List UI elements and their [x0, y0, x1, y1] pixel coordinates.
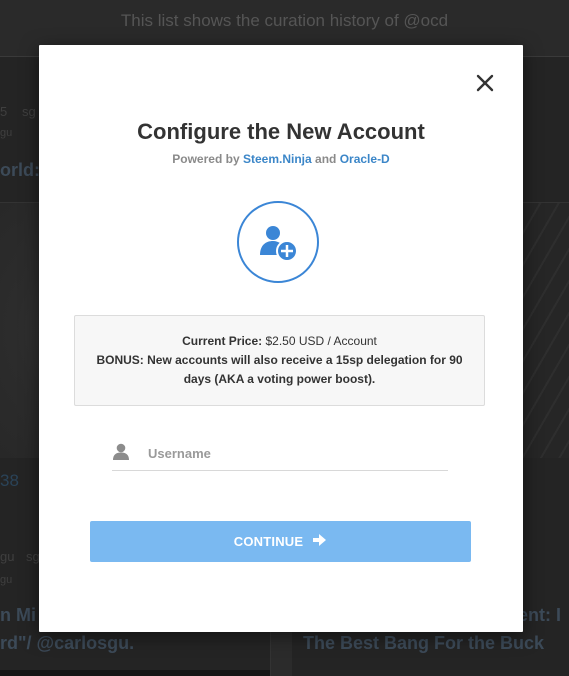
powered-prefix: Powered by — [172, 152, 240, 166]
price-value: $2.50 USD / Account — [265, 334, 377, 348]
bonus-text: BONUS: New accounts will also receive a … — [96, 353, 463, 386]
add-user-badge — [237, 201, 319, 283]
continue-button[interactable]: CONTINUE — [90, 521, 471, 562]
steem-ninja-link[interactable]: Steem.Ninja — [243, 152, 312, 166]
modal-title: Configure the New Account — [137, 119, 425, 144]
close-icon — [476, 74, 494, 92]
price-label: Current Price: — [182, 334, 263, 348]
continue-label: CONTINUE — [233, 534, 304, 549]
user-icon — [113, 443, 129, 460]
oracle-d-link[interactable]: Oracle-D — [340, 152, 390, 166]
username-field[interactable] — [112, 435, 448, 471]
powered-and: and — [315, 152, 337, 166]
powered-by-line: Powered by Steem.Ninja and Oracle-D — [39, 152, 523, 166]
current-price: Current Price: $2.50 USD / Account — [75, 332, 484, 351]
arrow-right-icon — [313, 534, 327, 549]
price-info-box: Current Price: $2.50 USD / Account BONUS… — [74, 315, 485, 406]
configure-account-modal: Configure the New Account Powered by Ste… — [39, 45, 523, 632]
close-button[interactable] — [475, 73, 497, 95]
add-user-icon — [260, 226, 298, 262]
username-input[interactable] — [146, 440, 440, 466]
